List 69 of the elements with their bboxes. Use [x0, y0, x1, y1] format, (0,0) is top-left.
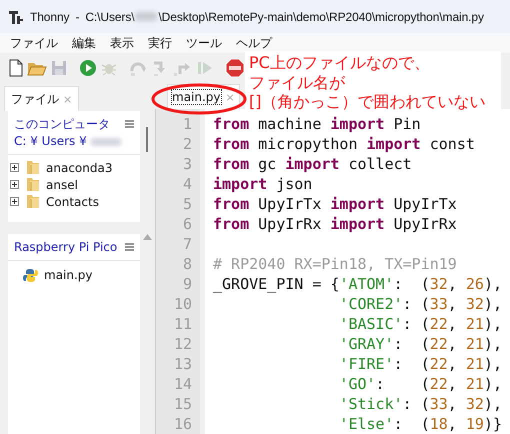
section-title: Raspberry Pi Pico	[14, 239, 118, 256]
line-number: 6	[182, 214, 193, 234]
line-number: 11	[172, 314, 193, 334]
menu-item[interactable]: 表示	[103, 34, 141, 52]
code-line: 'GO': (22, 21),	[338, 374, 502, 394]
code-line: 'BASIC': (22, 21),	[338, 314, 502, 334]
line-number: 13	[172, 354, 193, 374]
folder-icon	[26, 177, 40, 192]
panel-tab[interactable]: ファイル ×	[4, 86, 80, 111]
menu-item[interactable]: ツール	[179, 34, 229, 52]
code-line: import json	[213, 174, 314, 194]
file-name[interactable]: Contacts	[46, 194, 99, 208]
line-number: 15	[172, 394, 193, 414]
folder-icon	[26, 194, 40, 209]
code-line: 'FIRE': (22, 21),	[338, 354, 502, 374]
code-line: from UpyIrRx import UpyIrRx	[213, 214, 458, 234]
line-number: 3	[182, 154, 193, 174]
code-line: 'GRAY': (22, 21),	[338, 334, 502, 354]
code-comment: # RP2040 RX=Pin18, TX=Pin19	[213, 254, 458, 274]
scroll-up-icon[interactable]	[143, 234, 152, 240]
code-line: from micropython import const	[213, 134, 476, 154]
line-number: 1	[182, 114, 193, 134]
code-line: from gc import collect	[213, 154, 413, 174]
menu-item[interactable]: ヘルプ	[229, 34, 279, 52]
code-line: 'Else': (18, 19)}	[338, 414, 502, 434]
run-icon[interactable]	[79, 59, 97, 77]
menu-item[interactable]: 編集	[65, 34, 103, 52]
app-name: Thonny	[30, 10, 70, 24]
menu-item[interactable]: ファイル	[3, 34, 65, 52]
line-number: 8	[182, 254, 193, 274]
code-line: 'Stick': (33, 32),	[338, 394, 502, 414]
line-number: 12	[172, 334, 193, 354]
code-line: from machine import Pin	[213, 114, 422, 134]
file-name[interactable]: ansel	[46, 178, 78, 192]
line-number: 10	[172, 294, 193, 314]
redacted-blur	[90, 138, 121, 146]
python-icon	[23, 268, 38, 282]
folder-path[interactable]: C: ¥ Users ¥	[14, 133, 87, 150]
expand-icon[interactable]	[10, 163, 19, 172]
line-number: 14	[172, 374, 193, 394]
line-number: 16	[172, 414, 193, 434]
file-path: C:\Users\	[85, 10, 134, 24]
app-logo-icon	[8, 8, 24, 24]
expand-icon[interactable]	[10, 197, 19, 206]
expand-icon[interactable]	[10, 180, 19, 189]
line-number: 4	[182, 174, 193, 194]
annotation-text: PC上のファイルなので、	[249, 53, 431, 72]
scrollbar-thumb[interactable]	[146, 127, 148, 152]
code-line: 'CORE2': (33, 32),	[338, 294, 502, 314]
stop-sign-icon[interactable]	[225, 58, 245, 78]
line-number: 5	[182, 194, 193, 214]
annotation-text: ファイル名が	[249, 72, 346, 92]
redacted-blur	[135, 12, 158, 21]
menu-item[interactable]: 実行	[141, 34, 179, 52]
code-line: from UpyIrTx import UpyIrTx	[213, 194, 458, 214]
file-name[interactable]: anaconda3	[46, 160, 112, 174]
annotation-text: []（角かっこ）で囲われていない	[249, 92, 486, 112]
menu-icon[interactable]	[125, 243, 134, 251]
file-name[interactable]: main.py	[44, 268, 93, 282]
section-title: このコンピュータ	[14, 116, 111, 133]
menu-icon[interactable]	[125, 120, 134, 128]
code-line: _GROVE_PIN = {'ATOM': (32, 26),	[213, 274, 502, 294]
file-path: \Desktop\RemotePy-main\demo\RP2040\micropython\main.py	[158, 10, 484, 24]
new-file-icon[interactable]	[8, 59, 24, 77]
line-number: 2	[182, 134, 193, 154]
line-number: 7	[182, 234, 193, 254]
title-separator: -	[75, 10, 80, 24]
folder-icon	[26, 160, 40, 175]
line-number: 9	[182, 274, 193, 294]
